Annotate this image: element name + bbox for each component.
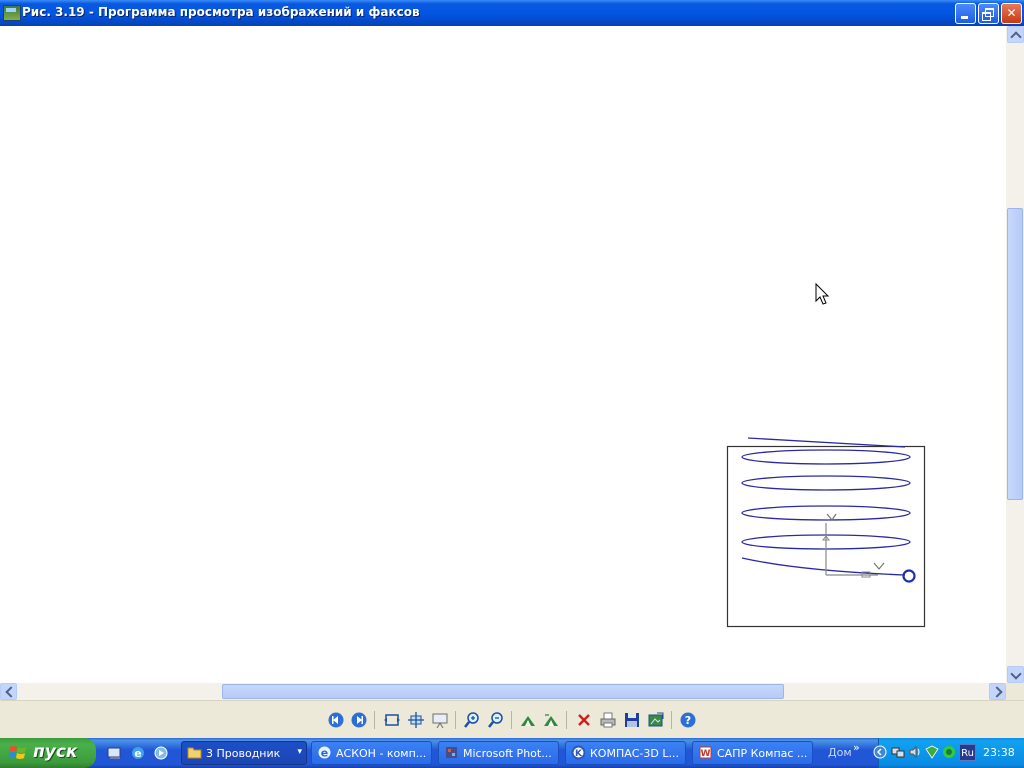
toolbar-separator <box>511 711 512 729</box>
internet-explorer-icon[interactable]: e <box>130 745 146 761</box>
spring-coil-line <box>747 437 906 448</box>
antivirus-icon[interactable] <box>942 745 956 759</box>
task-label: АСКОН - комп... <box>336 747 427 760</box>
task-label: Microsoft Phot... <box>463 747 552 760</box>
taskbar-task-explorer[interactable]: 3 Проводник ▾ <box>181 741 307 765</box>
svg-text:e: e <box>321 747 328 760</box>
folder-icon <box>187 747 202 759</box>
title-bar[interactable]: Рис. 3.19 - Программа просмотра изображе… <box>0 0 1024 26</box>
task-label: САПР Компас ... <box>717 747 808 760</box>
vertical-scrollbar[interactable] <box>1006 26 1024 683</box>
horizontal-scrollbar[interactable] <box>0 683 1006 700</box>
axis-label-x <box>873 562 885 570</box>
rotate-cw-icon[interactable] <box>519 711 537 729</box>
toolbar-label[interactable]: Дом <box>828 746 852 759</box>
print-icon[interactable] <box>599 711 617 729</box>
word-icon: W <box>699 746 712 759</box>
taskbar-task-sapr[interactable]: W САПР Компас ... <box>692 741 813 765</box>
svg-text:e: e <box>134 747 141 760</box>
toolbar-separator <box>374 711 375 729</box>
toolbar-chevron[interactable]: » <box>853 741 860 754</box>
close-button[interactable]: ✕ <box>1001 3 1022 24</box>
group-dropdown-icon[interactable]: ▾ <box>297 747 302 757</box>
security-icon[interactable] <box>925 745 939 759</box>
taskbar-task-photoshop[interactable]: Microsoft Phot... <box>438 741 559 765</box>
svg-text:?: ? <box>685 714 691 727</box>
save-icon[interactable] <box>623 711 641 729</box>
help-icon[interactable]: ? <box>679 711 697 729</box>
photoshop-icon <box>446 747 457 758</box>
delete-icon[interactable] <box>575 711 593 729</box>
task-label: КОМПАС-3D L... <box>590 747 679 760</box>
taskbar-task-kompas[interactable]: K КОМПАС-3D L... <box>565 741 686 765</box>
network-icon[interactable] <box>891 745 905 759</box>
mouse-cursor <box>815 282 830 305</box>
maximize-button[interactable] <box>978 3 999 24</box>
scroll-right-button[interactable] <box>989 683 1006 700</box>
viewer-toolbar: ? <box>0 700 1024 739</box>
system-tray: Ru 23:38 <box>873 738 1024 768</box>
previous-icon[interactable] <box>327 711 345 729</box>
toolbar-separator <box>671 711 672 729</box>
scroll-down-button[interactable] <box>1007 666 1024 683</box>
image-canvas[interactable] <box>0 26 1006 683</box>
volume-icon[interactable] <box>908 745 922 759</box>
axis-label-y <box>826 513 837 522</box>
toolbar-separator <box>566 711 567 729</box>
horizontal-scroll-thumb[interactable] <box>222 684 784 699</box>
windows-logo-icon <box>9 746 26 759</box>
taskbar-task-ascon[interactable]: e АСКОН - комп... <box>311 741 432 765</box>
spring-coil-line <box>741 449 911 465</box>
taskbar: пуск e 3 Проводник ▾ e АСКОН - комп... M… <box>0 738 1024 768</box>
image-viewer-icon[interactable] <box>3 5 21 21</box>
zoom-in-icon[interactable] <box>463 711 481 729</box>
ie-icon: e <box>318 746 331 760</box>
kompas-spring-drawing <box>726 437 926 628</box>
language-indicator[interactable]: Ru <box>959 744 976 761</box>
show-desktop-icon[interactable] <box>107 745 123 761</box>
clock[interactable]: 23:38 <box>983 746 1015 759</box>
svg-text:K: K <box>575 749 583 759</box>
scrollbar-corner <box>1006 683 1024 700</box>
zoom-out-icon[interactable] <box>487 711 505 729</box>
spring-coil-line <box>741 475 911 491</box>
origin-point <box>902 569 916 583</box>
edit-icon[interactable] <box>647 711 665 729</box>
media-icon[interactable] <box>153 745 169 761</box>
task-label: 3 Проводник <box>206 747 281 760</box>
spring-coil-line <box>741 505 911 521</box>
best-fit-icon[interactable] <box>383 711 401 729</box>
tray-expand-icon[interactable] <box>873 745 887 759</box>
svg-text:W: W <box>701 749 711 759</box>
vertical-scroll-thumb[interactable] <box>1007 208 1023 500</box>
toolbar-separator <box>455 711 456 729</box>
displayed-image <box>726 282 926 628</box>
actual-size-icon[interactable] <box>407 711 425 729</box>
scroll-up-button[interactable] <box>1007 26 1024 43</box>
rotate-ccw-icon[interactable] <box>542 711 560 729</box>
scroll-left-button[interactable] <box>0 683 17 700</box>
start-label: пуск <box>33 742 78 762</box>
minimize-button[interactable] <box>955 3 976 24</box>
start-button[interactable]: пуск <box>0 738 96 768</box>
next-icon[interactable] <box>350 711 368 729</box>
slideshow-icon[interactable] <box>431 711 449 729</box>
kompas-icon: K <box>571 745 586 760</box>
window-title: Рис. 3.19 - Программа просмотра изображе… <box>22 5 420 19</box>
